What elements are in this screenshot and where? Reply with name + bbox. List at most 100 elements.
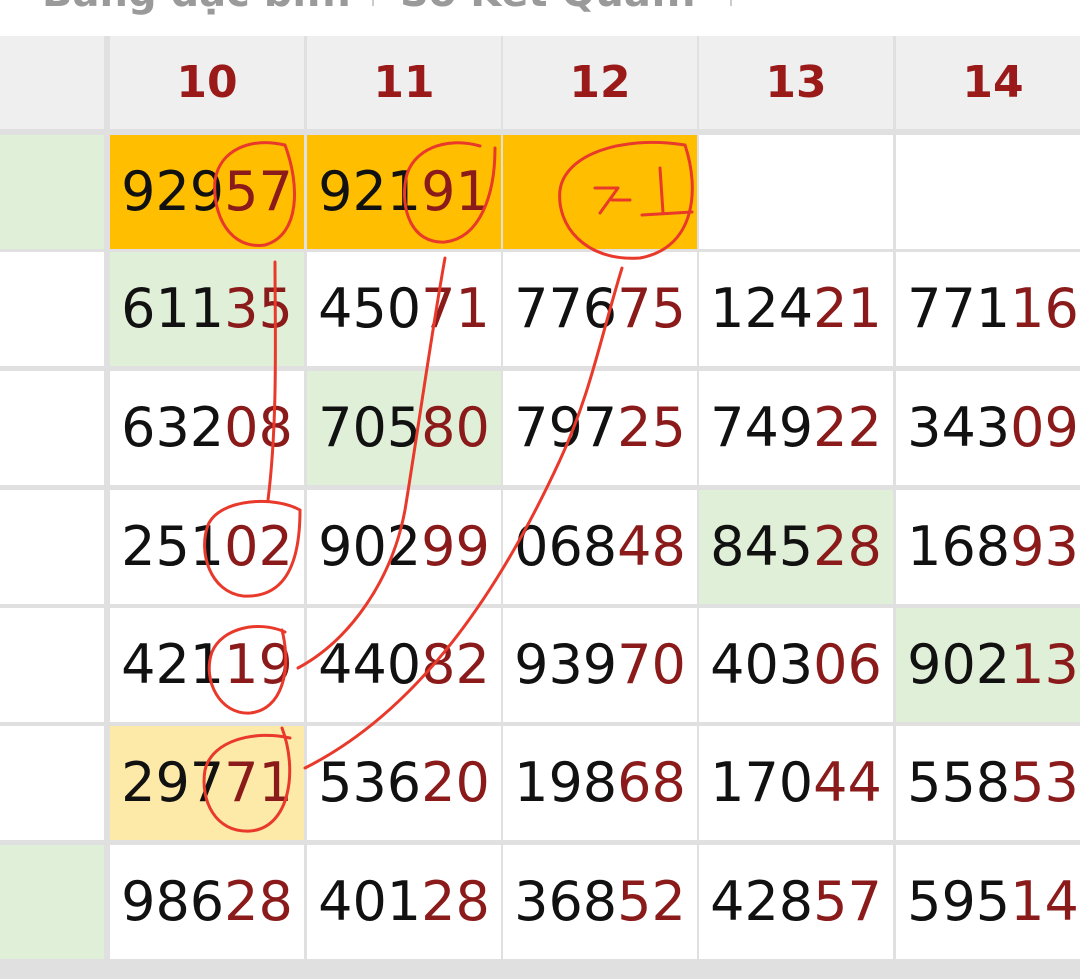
tab-results-book[interactable]: Sổ Kết Quả... (400, 0, 696, 16)
result-last-two-digits: 21 (813, 277, 882, 340)
result-leading-digits: 124 (710, 277, 814, 340)
result-last-two-digits: 71 (224, 751, 293, 814)
result-leading-digits: 168 (907, 515, 1011, 578)
result-last-two-digits: 57 (224, 160, 293, 223)
result-cell: 929 57 (110, 135, 304, 249)
result-cell: 343 09 (896, 371, 1080, 485)
column-header-14: 14 (896, 36, 1080, 129)
result-last-two-digits: 35 (224, 277, 293, 340)
tab-divider (372, 0, 374, 6)
result-cell: 168 93 (896, 490, 1080, 604)
result-last-two-digits: 70 (617, 633, 686, 696)
column-header-9: 9 (0, 36, 104, 129)
tab-special-table[interactable]: Bảng đặc bi... (42, 0, 352, 16)
result-last-two-digits: 28 (224, 870, 293, 933)
result-leading-digits: 403 (710, 633, 814, 696)
result-cell: 1180 (0, 608, 104, 722)
result-leading-digits: 776 (514, 277, 618, 340)
result-cell: 428 57 (699, 845, 893, 959)
result-cell: 558 53 (896, 726, 1080, 840)
result-leading-digits: 368 (514, 870, 618, 933)
result-last-two-digits: 82 (421, 633, 490, 696)
result-last-two-digits: 28 (813, 515, 882, 578)
result-cell: 845 28 (699, 490, 893, 604)
result-cell: 401 28 (307, 845, 501, 959)
result-cell: 1142 (0, 371, 104, 485)
result-leading-digits: 068 (514, 515, 618, 578)
result-leading-digits: 705 (318, 396, 422, 459)
result-cell: 939 70 (503, 608, 697, 722)
result-cell: 403 06 (699, 608, 893, 722)
result-last-two-digits: 91 (421, 160, 490, 223)
result-leading-digits: 749 (710, 396, 814, 459)
result-leading-digits: 421 (121, 633, 225, 696)
result-leading-digits: 902 (318, 515, 422, 578)
result-leading-digits: 536 (318, 751, 422, 814)
result-cell: 124 21 (699, 252, 893, 366)
result-cell: 705 80 (307, 371, 501, 485)
result-cell: 921 91 (307, 135, 501, 249)
result-cell: 297 71 (110, 726, 304, 840)
tab-divider (730, 0, 732, 6)
result-last-two-digits: 48 (617, 515, 686, 578)
result-leading-digits: 632 (121, 396, 225, 459)
result-last-two-digits: 20 (421, 751, 490, 814)
result-last-two-digits: 57 (813, 870, 882, 933)
result-cell: 749 22 (699, 371, 893, 485)
result-leading-digits: 170 (710, 751, 814, 814)
result-cell: 2261 (0, 490, 104, 604)
result-leading-digits: 251 (121, 515, 225, 578)
result-last-two-digits: 08 (224, 396, 293, 459)
result-cell: 368 52 (503, 845, 697, 959)
result-cell: 068 48 (503, 490, 697, 604)
result-cell: 536 20 (307, 726, 501, 840)
result-leading-digits: 450 (318, 277, 422, 340)
result-leading-digits: 902 (907, 633, 1011, 696)
result-last-two-digits: 93 (1010, 515, 1079, 578)
result-cell: 902 13 (896, 608, 1080, 722)
result-cell (896, 135, 1080, 249)
result-leading-digits: 771 (907, 277, 1011, 340)
result-last-two-digits: 16 (1010, 277, 1079, 340)
result-leading-digits: 611 (121, 277, 225, 340)
result-last-two-digits: 09 (1010, 396, 1079, 459)
result-last-two-digits: 53 (1010, 751, 1079, 814)
result-leading-digits: 401 (318, 870, 422, 933)
result-leading-digits: 297 (121, 751, 225, 814)
column-header-10: 10 (110, 36, 304, 129)
result-leading-digits: 939 (514, 633, 618, 696)
result-last-two-digits: 68 (617, 751, 686, 814)
result-leading-digits: 428 (710, 870, 814, 933)
result-cell: 8892 (0, 252, 104, 366)
result-leading-digits: 440 (318, 633, 422, 696)
result-cell: 170 44 (699, 726, 893, 840)
result-leading-digits: 797 (514, 396, 618, 459)
result-last-two-digits: 19 (224, 633, 293, 696)
result-last-two-digits: 71 (421, 277, 490, 340)
result-last-two-digits: 22 (813, 396, 882, 459)
result-cell: 611 35 (110, 252, 304, 366)
result-last-two-digits: 14 (1010, 870, 1079, 933)
result-last-two-digits: 52 (617, 870, 686, 933)
result-leading-digits: 343 (907, 396, 1011, 459)
result-last-two-digits: 99 (421, 515, 490, 578)
result-leading-digits: 986 (121, 870, 225, 933)
result-last-two-digits: 13 (1010, 633, 1079, 696)
result-cell (503, 135, 697, 249)
result-last-two-digits: 25 (617, 396, 686, 459)
result-cell: 1138 (0, 845, 104, 959)
result-last-two-digits: 06 (813, 633, 882, 696)
result-cell: 7751 (0, 726, 104, 840)
results-table: 9101112131422219295792191889261135450717… (0, 36, 1080, 979)
column-header-11: 11 (307, 36, 501, 129)
column-header-13: 13 (699, 36, 893, 129)
result-cell: 776 75 (503, 252, 697, 366)
result-cell: 440 82 (307, 608, 501, 722)
result-cell: 797 25 (503, 371, 697, 485)
result-cell: 632 08 (110, 371, 304, 485)
result-cell: 198 68 (503, 726, 697, 840)
result-last-two-digits: 02 (224, 515, 293, 578)
result-cell: 421 19 (110, 608, 304, 722)
result-cell: 251 02 (110, 490, 304, 604)
result-last-two-digits: 28 (421, 870, 490, 933)
